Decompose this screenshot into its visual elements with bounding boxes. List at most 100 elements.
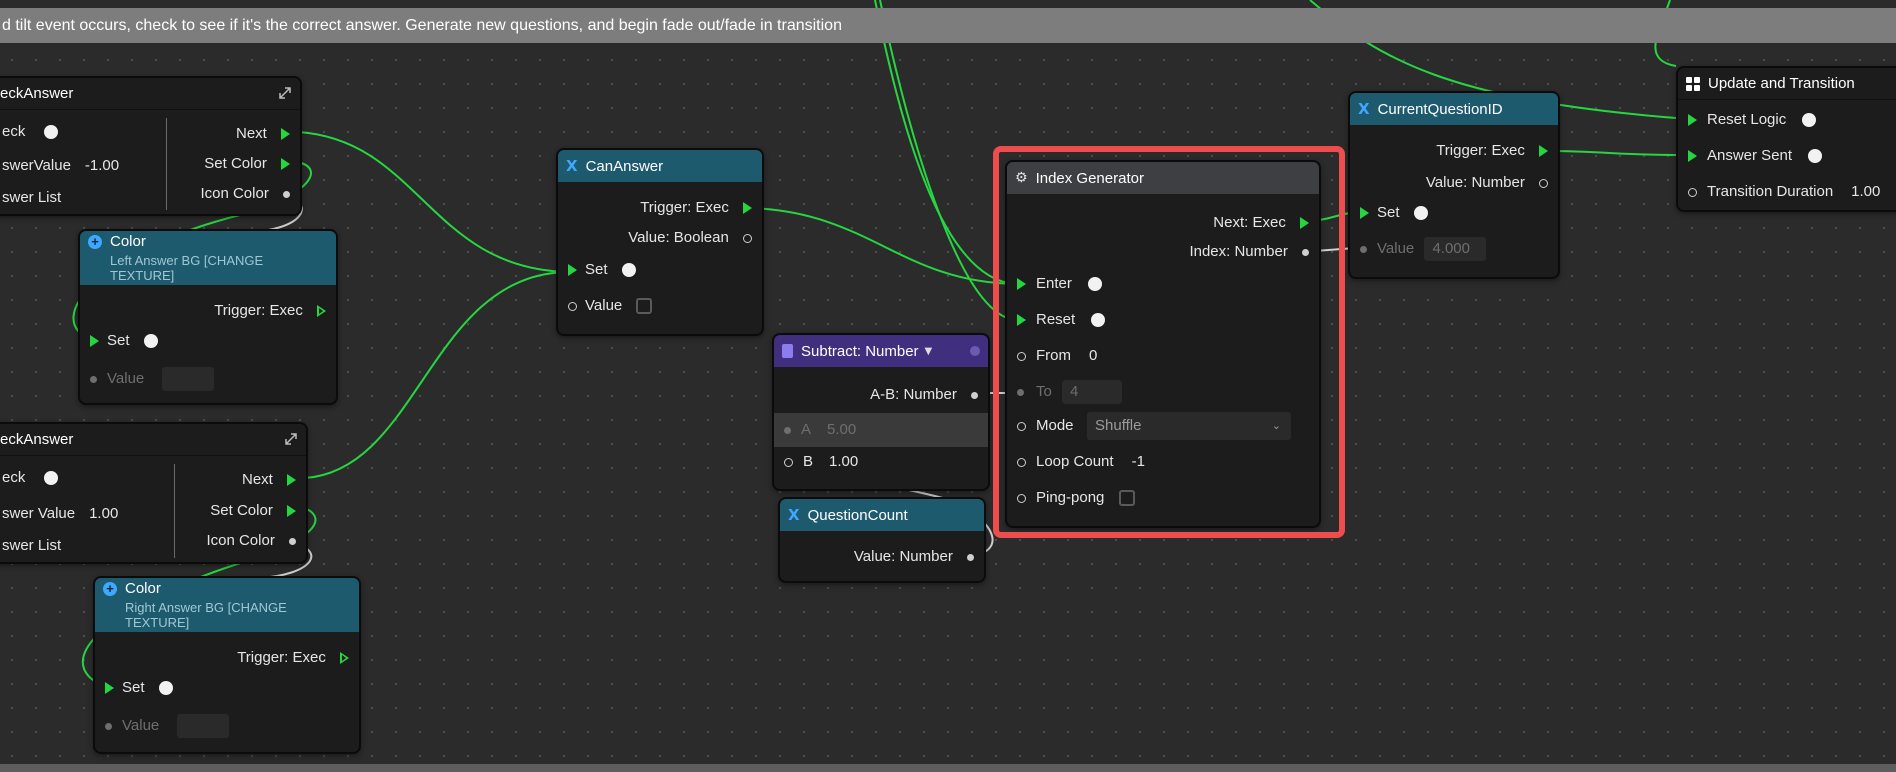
result-output[interactable]: A-B: Number xyxy=(870,385,978,405)
value-checkbox[interactable] xyxy=(636,298,653,315)
answer-value-input[interactable]: swerValue -1.00 xyxy=(2,156,119,176)
data-pin-icon[interactable] xyxy=(1302,248,1309,256)
set-toggle[interactable] xyxy=(621,263,636,278)
to-input[interactable]: To 4 xyxy=(1017,380,1123,404)
node-header[interactable]: eckAnswer xyxy=(0,424,306,456)
trigger-output[interactable]: Trigger: Exec xyxy=(1436,141,1548,161)
data-pin-icon[interactable] xyxy=(1017,351,1026,361)
question-count-node[interactable]: X QuestionCount Value: Number xyxy=(778,497,986,583)
set-color-output[interactable]: Set Color xyxy=(210,501,296,521)
set-input[interactable]: Set xyxy=(568,260,636,280)
exec-pin-icon[interactable] xyxy=(317,305,326,318)
from-value[interactable]: 0 xyxy=(1089,347,1097,364)
data-pin-icon[interactable] xyxy=(1688,187,1697,197)
set-toggle[interactable] xyxy=(1413,206,1428,221)
check-answer-node-bottom[interactable]: eckAnswer eck swer Value 1.00 swer List N… xyxy=(0,422,308,564)
exec-pin-icon[interactable] xyxy=(1688,114,1697,127)
node-header[interactable]: X CanAnswer xyxy=(558,150,762,182)
node-header[interactable]: X CurrentQuestionID xyxy=(1350,93,1558,125)
set-color-output[interactable]: Set Color xyxy=(204,154,290,174)
loop-count-value[interactable]: -1 xyxy=(1132,453,1145,470)
data-pin-icon[interactable] xyxy=(1017,493,1026,503)
data-pin-icon[interactable] xyxy=(967,553,974,561)
exec-pin-icon[interactable] xyxy=(1017,314,1026,327)
color-swatch-field[interactable] xyxy=(177,714,230,738)
exec-pin-icon[interactable] xyxy=(281,128,290,141)
trigger-output[interactable]: Trigger: Exec xyxy=(214,301,326,321)
data-pin-icon[interactable] xyxy=(568,301,577,311)
value-input[interactable]: Value xyxy=(105,714,230,738)
answer-list-input[interactable]: swer List xyxy=(2,188,61,208)
transition-duration-input[interactable]: Transition Duration 1.00 xyxy=(1688,182,1880,202)
answer-value-number[interactable]: 1.00 xyxy=(89,505,118,522)
value-output[interactable]: Value: Number xyxy=(854,547,974,567)
answer-value-input[interactable]: swer Value 1.00 xyxy=(2,504,118,524)
to-value-field[interactable]: 4 xyxy=(1062,380,1123,404)
from-input[interactable]: From 0 xyxy=(1017,346,1097,366)
value-input[interactable]: Value xyxy=(568,296,653,316)
data-pin-icon[interactable] xyxy=(784,457,793,467)
node-header[interactable]: Update and Transition xyxy=(1678,68,1896,100)
node-header[interactable]: Subtract: Number ▼ xyxy=(774,335,988,367)
exec-pin-icon[interactable] xyxy=(287,505,296,518)
set-input[interactable]: Set xyxy=(105,678,173,698)
data-pin-icon[interactable] xyxy=(1017,421,1026,431)
exec-pin-icon[interactable] xyxy=(1300,217,1309,230)
reset-logic-toggle[interactable] xyxy=(1802,113,1817,128)
value-output[interactable]: Value: Boolean xyxy=(628,228,752,248)
reset-logic-input[interactable]: Reset Logic xyxy=(1688,110,1817,130)
answer-value-number[interactable]: -1.00 xyxy=(85,157,119,174)
node-header[interactable]: X QuestionCount xyxy=(780,499,984,531)
node-header[interactable]: + Color Right Answer BG [CHANGE TEXTURE] xyxy=(95,578,359,632)
node-header[interactable]: + Color Left Answer BG [CHANGE TEXTURE] xyxy=(80,231,336,285)
index-output[interactable]: Index: Number xyxy=(1189,242,1309,262)
data-pin-icon[interactable] xyxy=(784,426,791,434)
can-answer-node[interactable]: X CanAnswer Trigger: Exec Value: Boolean… xyxy=(556,148,764,336)
exec-pin-icon[interactable] xyxy=(105,682,114,695)
node-header[interactable]: eckAnswer xyxy=(0,78,300,110)
ping-pong-checkbox[interactable] xyxy=(1118,490,1135,507)
check-input[interactable]: eck xyxy=(2,122,58,142)
color-swatch-field[interactable] xyxy=(162,367,215,391)
value-input[interactable]: Value xyxy=(90,367,215,391)
ping-pong-input[interactable]: Ping-pong xyxy=(1017,488,1135,508)
exec-pin-icon[interactable] xyxy=(1539,145,1548,158)
current-question-id-node[interactable]: X CurrentQuestionID Trigger: Exec Value:… xyxy=(1348,91,1560,279)
exec-pin-icon[interactable] xyxy=(1360,207,1369,220)
answer-sent-toggle[interactable] xyxy=(1808,149,1823,164)
data-pin-icon[interactable] xyxy=(105,722,112,730)
subtract-number-node[interactable]: Subtract: Number ▼ A-B: Number A 5.00 B 1.0… xyxy=(772,333,990,491)
icon-color-output[interactable]: Icon Color xyxy=(200,184,290,204)
node-header[interactable]: ⚙ Index Generator xyxy=(1007,162,1319,194)
data-pin-icon[interactable] xyxy=(743,233,752,243)
value-input[interactable]: Value 4.000 xyxy=(1360,237,1487,261)
exec-pin-icon[interactable] xyxy=(287,474,296,487)
transition-duration-value[interactable]: 1.00 xyxy=(1851,183,1880,200)
enter-toggle[interactable] xyxy=(1088,277,1103,292)
input-b-value[interactable]: 1.00 xyxy=(829,453,858,470)
answer-list-input[interactable]: swer List xyxy=(2,536,61,556)
reset-input[interactable]: Reset xyxy=(1017,310,1106,330)
check-toggle[interactable] xyxy=(43,471,58,486)
input-b-row[interactable]: B 1.00 xyxy=(784,452,858,472)
exec-pin-icon[interactable] xyxy=(1688,150,1697,163)
input-a-row[interactable]: A 5.00 xyxy=(774,413,988,447)
input-a-value[interactable]: 5.00 xyxy=(827,421,856,438)
mode-dropdown[interactable]: Shuffle ⌄ xyxy=(1087,412,1291,440)
check-input[interactable]: eck xyxy=(2,468,58,488)
data-pin-icon[interactable] xyxy=(971,391,978,399)
exec-pin-icon[interactable] xyxy=(1017,278,1026,291)
info-dot-icon[interactable] xyxy=(970,346,980,356)
value-number-field[interactable]: 4.000 xyxy=(1424,237,1487,261)
index-generator-node[interactable]: ⚙ Index Generator Next: Exec Index: Numb… xyxy=(1005,160,1321,528)
data-pin-icon[interactable] xyxy=(289,537,296,545)
data-pin-icon[interactable] xyxy=(1360,245,1367,253)
expand-icon[interactable] xyxy=(284,432,298,446)
next-output[interactable]: Next xyxy=(242,470,296,490)
check-toggle[interactable] xyxy=(43,125,58,140)
data-pin-icon[interactable] xyxy=(90,375,97,383)
reset-toggle[interactable] xyxy=(1091,313,1106,328)
trigger-output[interactable]: Trigger: Exec xyxy=(237,648,349,668)
chevron-down-icon[interactable]: ▼ xyxy=(925,346,933,357)
next-output[interactable]: Next: Exec xyxy=(1213,213,1309,233)
